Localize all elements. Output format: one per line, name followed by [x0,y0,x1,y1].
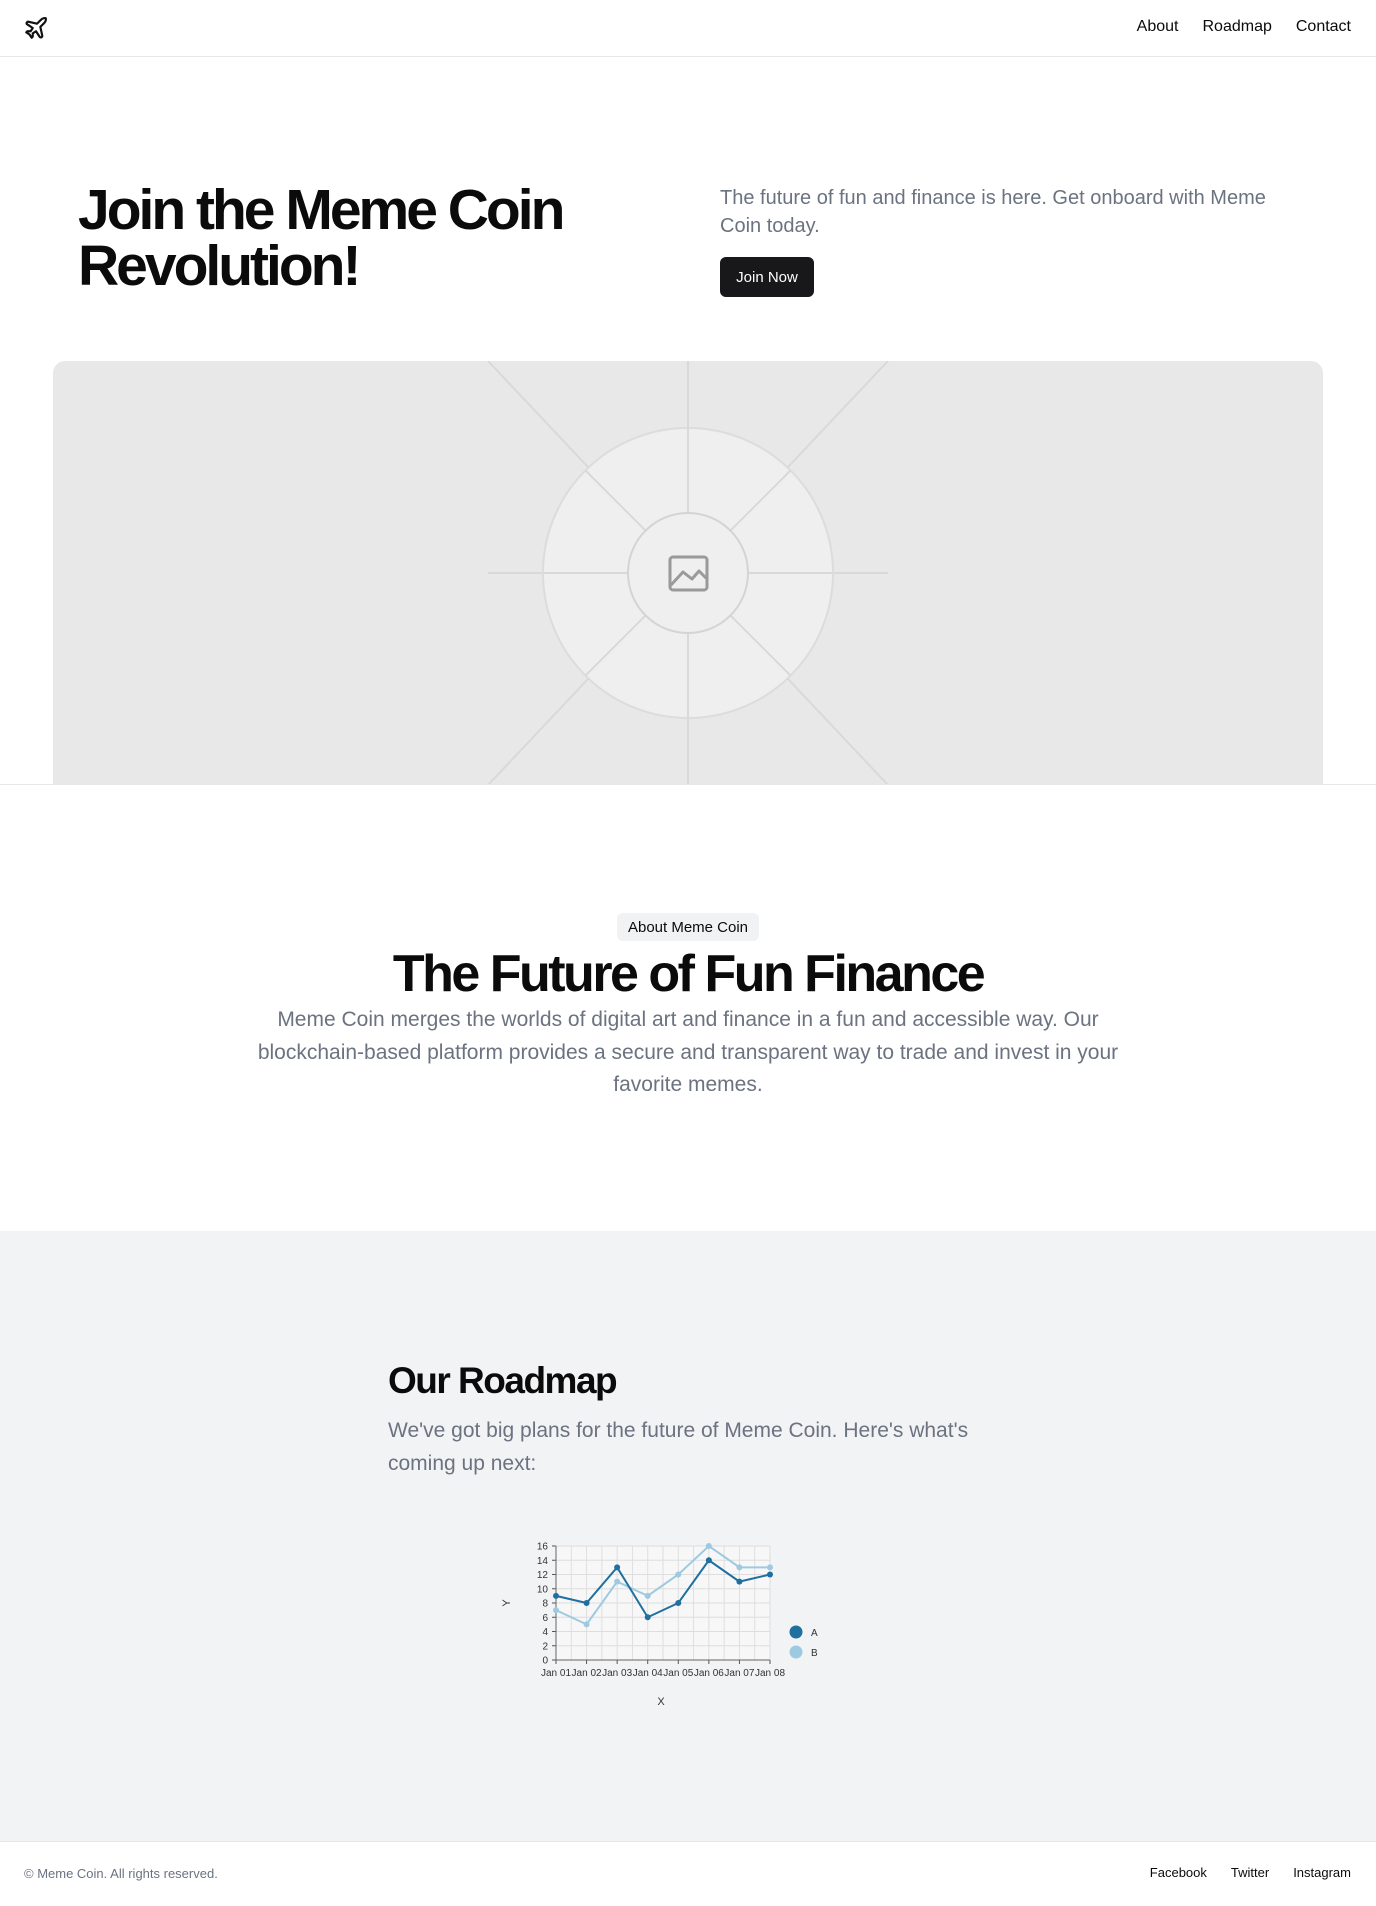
legend-label-A: A [811,1628,818,1639]
data-point-B [736,1564,743,1571]
nav-link-roadmap[interactable]: Roadmap [1202,18,1271,36]
legend-marker-A [789,1625,803,1639]
x-tick-label: Jan 03 [602,1668,632,1679]
y-tick-label: 2 [542,1641,548,1652]
y-tick-label: 0 [542,1656,548,1667]
placeholder-graphic [487,361,889,785]
about-title: The Future of Fun Finance [392,945,986,1003]
main-nav: About Roadmap Contact [1137,18,1351,36]
data-point-B [675,1571,682,1578]
x-tick-label: Jan 04 [633,1668,663,1679]
y-tick-label: 10 [537,1584,549,1595]
data-point-B [767,1564,773,1571]
x-tick-label: Jan 01 [541,1668,571,1679]
roadmap-title: Our Roadmap [388,1360,618,1401]
about-badge: About Meme Coin [617,913,759,941]
data-point-B [583,1621,590,1628]
hero-subtitle: The future of fun and finance is here. G… [720,187,1266,237]
plane-icon[interactable] [23,15,49,41]
y-tick-label: 14 [537,1556,549,1567]
about-text: Meme Coin merges the worlds of digital a… [257,1008,1119,1096]
y-tick-label: 6 [542,1613,548,1624]
x-tick-label: Jan 02 [572,1668,602,1679]
section-divider [0,784,1376,785]
data-point-A [736,1578,743,1585]
hero-image-placeholder [53,361,1323,785]
nav-link-about[interactable]: About [1137,18,1179,36]
copyright-text: © Meme Coin. All rights reserved. [24,1866,218,1881]
x-tick-label: Jan 06 [694,1668,724,1679]
data-point-A [675,1600,682,1606]
data-point-B [553,1607,559,1614]
data-point-A [705,1557,712,1564]
roadmap-chart: 0246810121416Jan 01 Jan 02 Jan 03 Jan 04 Jan… [501,1542,818,1709]
data-point-A [644,1614,651,1621]
legend-label-B: B [811,1648,818,1659]
footer-links: Facebook Twitter Instagram [1150,1865,1351,1880]
site-footer: © Meme Coin. All rights reserved. Facebo… [0,1841,1376,1906]
data-point-A [614,1564,621,1571]
data-point-B [614,1578,621,1585]
data-point-A [553,1592,559,1599]
x-tick-label: Jan 07 [724,1668,754,1679]
data-point-B [705,1543,712,1549]
y-tick-label: 16 [537,1542,549,1553]
hero-title: Join the Meme Coin Revolution! [78,178,565,298]
data-point-B [644,1592,651,1599]
y-tick-label: 8 [542,1599,548,1610]
footer-link-facebook[interactable]: Facebook [1150,1865,1207,1880]
footer-link-instagram[interactable]: Instagram [1293,1865,1351,1880]
data-point-A [767,1571,773,1578]
y-axis-label: Y [501,1599,513,1607]
y-tick-label: 12 [537,1570,549,1581]
x-axis-label: X [657,1696,665,1708]
x-tick-label: Jan 05 [663,1668,693,1679]
footer-link-twitter[interactable]: Twitter [1231,1865,1269,1880]
x-tick-label: Jan 08 [755,1668,785,1679]
join-now-button[interactable]: Join Now [720,257,814,297]
site-header: About Roadmap Contact [0,0,1376,57]
nav-link-contact[interactable]: Contact [1296,18,1351,36]
legend-marker-B [789,1645,803,1659]
roadmap-text: We've got big plans for the future of Me… [388,1419,969,1475]
data-point-A [583,1600,590,1606]
y-tick-label: 4 [542,1627,548,1638]
